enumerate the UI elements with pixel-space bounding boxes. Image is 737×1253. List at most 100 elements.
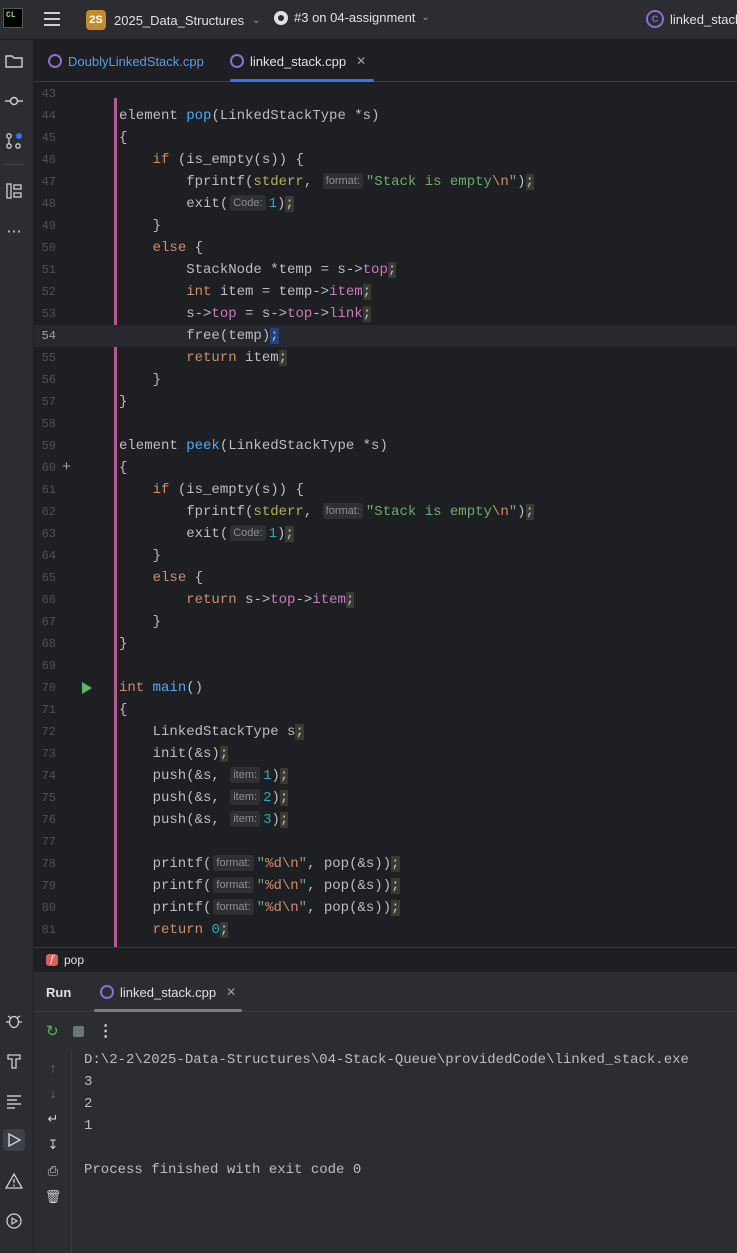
run-icon[interactable]: [3, 1129, 25, 1151]
console-line: D:\2-2\2025-Data-Structures\04-Stack-Que…: [84, 1052, 689, 1068]
parameter-hint: format:: [213, 899, 254, 915]
left-tool-window-bar: ⋯: [0, 40, 34, 1253]
parameter-hint: format:: [213, 855, 254, 871]
run-configuration-selector[interactable]: C linked_stack.exe: [646, 10, 737, 28]
console-actions: ↑ ↓ ↵ ↧ ⎙ 🗑: [34, 1049, 72, 1253]
chevron-down-icon: ⌄: [252, 14, 261, 26]
console-output[interactable]: D:\2-2\2025-Data-Structures\04-Stack-Que…: [84, 1049, 734, 1181]
code-line: 44 element pop(LinkedStackType *s): [41, 108, 380, 124]
main-menu-icon[interactable]: [44, 12, 60, 26]
tab-doubly-linked-stack[interactable]: DoublyLinkedStack.cpp: [48, 40, 204, 82]
print-icon[interactable]: ⎙: [45, 1163, 61, 1179]
code-line: 67 }: [41, 614, 162, 630]
structure-icon[interactable]: [3, 180, 25, 202]
code-line: 81 return 0;: [41, 922, 229, 938]
code-line: 61 if (is_empty(s)) {: [41, 482, 304, 498]
project-badge: 2S: [86, 10, 106, 30]
code-editor[interactable]: 43 44 element pop(LinkedStackType *s) 45…: [34, 82, 737, 947]
code-line: 72 LinkedStackType s;: [41, 724, 304, 740]
soft-wrap-icon[interactable]: ↵: [45, 1111, 61, 1127]
tab-linked-stack[interactable]: linked_stack.cpp ✕: [230, 40, 375, 82]
code-line: 45 {: [41, 130, 128, 146]
clion-logo[interactable]: CL: [3, 8, 23, 28]
parameter-hint: format:: [322, 503, 363, 519]
code-line: 65 else {: [41, 570, 204, 586]
code-line: 49 }: [41, 218, 162, 234]
parameter-hint: item:: [230, 789, 261, 805]
close-icon[interactable]: ✕: [356, 54, 366, 68]
run-gutter-icon[interactable]: [82, 682, 92, 694]
project-name: 2025_Data_Structures: [114, 12, 245, 28]
code-line: 53 s->top = s->top->link;: [41, 306, 372, 322]
code-line: 55 return item;: [41, 350, 288, 366]
parameter-hint: item:: [230, 767, 261, 783]
terminal-icon[interactable]: [3, 1090, 25, 1112]
run-panel-title: Run: [46, 985, 72, 1000]
code-line: 62 fprintf(stderr, format: "Stack is empt…: [41, 503, 534, 520]
run-tool-window: Run linked_stack.cpp ✕ ↻ ⋮ ↑ ↓ ↵ ↧ ⎙ 🗑 D…: [34, 972, 737, 1253]
branch-name: #3 on 04-assignment: [294, 10, 416, 25]
code-line: 71 {: [41, 702, 128, 718]
code-line: 64 }: [41, 548, 162, 564]
github-icon: [274, 10, 288, 25]
code-line: 69: [41, 659, 56, 673]
code-line: 76 push(&s, item: 3);: [41, 811, 289, 828]
more-options-icon[interactable]: ⋮: [98, 1021, 114, 1041]
cpp-file-icon: C: [646, 10, 664, 28]
cpp-file-icon: [100, 985, 114, 999]
cpp-file-icon: [48, 54, 62, 68]
code-line: 57 }: [41, 394, 128, 410]
code-line: 70 int main(): [41, 680, 204, 696]
console-line: 1: [84, 1118, 93, 1134]
stop-icon[interactable]: [72, 1025, 84, 1037]
parameter-hint: format:: [213, 877, 254, 893]
scroll-to-end-icon[interactable]: ↧: [45, 1137, 61, 1153]
arrow-up-icon[interactable]: ↑: [45, 1059, 61, 1075]
rerun-icon[interactable]: ↻: [46, 1022, 59, 1040]
code-line: 51 StackNode *temp = s->top;: [41, 262, 397, 278]
code-line: 59 element peek(LinkedStackType *s): [41, 438, 388, 454]
problems-icon[interactable]: [3, 1170, 25, 1192]
chevron-down-icon: ⌄: [421, 12, 430, 23]
branch-selector[interactable]: #3 on 04-assignment ⌄: [274, 10, 430, 25]
parameter-hint: item:: [230, 811, 261, 827]
code-line: 60 + {: [34, 457, 737, 479]
code-line: 80 printf(format: "%d\n", pop(&s));: [41, 899, 400, 916]
project-selector[interactable]: 2S 2025_Data_Structures ⌄: [86, 10, 260, 30]
code-line: 50 else {: [41, 240, 204, 256]
breadcrumb-item-pop[interactable]: pop: [64, 953, 84, 967]
run-tab-label: linked_stack.cpp: [120, 984, 217, 1000]
console-line: Process finished with exit code 0: [84, 1162, 362, 1178]
commit-icon[interactable]: [3, 90, 25, 112]
add-icon[interactable]: +: [62, 457, 71, 479]
code-line: 58: [41, 417, 56, 431]
code-line: 48 exit(Code: 1);: [41, 195, 294, 212]
code-line: 52 int item = temp->item;: [41, 284, 372, 300]
run-toolbar: ↻ ⋮: [34, 1013, 737, 1049]
run-config-name: linked_stack.exe: [670, 11, 737, 27]
tab-label: linked_stack.cpp: [250, 53, 347, 69]
code-line: 63 exit(Code: 1);: [41, 525, 294, 542]
more-icon[interactable]: ⋯: [3, 220, 25, 242]
parameter-hint: Code:: [230, 525, 266, 541]
tab-run-linked-stack[interactable]: linked_stack.cpp ✕: [94, 972, 243, 1012]
services-icon[interactable]: [3, 1210, 25, 1232]
function-icon: f: [46, 953, 58, 966]
code-line: 75 push(&s, item: 2);: [41, 789, 289, 806]
folder-icon[interactable]: [3, 50, 25, 72]
code-line: 66 return s->top->item;: [41, 592, 355, 608]
build-icon[interactable]: [3, 1050, 25, 1072]
title-bar: CL 2S 2025_Data_Structures ⌄ #3 on 04-as…: [0, 0, 737, 40]
debug-icon[interactable]: [3, 1010, 25, 1032]
pull-requests-icon[interactable]: [3, 130, 25, 152]
trash-icon[interactable]: 🗑: [45, 1189, 62, 1205]
code-line: 78 printf(format: "%d\n", pop(&s));: [41, 855, 400, 872]
breadcrumb: f pop: [34, 947, 737, 971]
editor-tab-bar: DoublyLinkedStack.cpp linked_stack.cpp ✕: [34, 40, 737, 82]
code-line: 74 push(&s, item: 1);: [41, 767, 289, 784]
arrow-down-icon[interactable]: ↓: [45, 1085, 61, 1101]
close-icon[interactable]: ✕: [226, 985, 236, 999]
code-line-current: 54 free(temp);: [34, 325, 737, 347]
code-line: 68 }: [41, 636, 128, 652]
